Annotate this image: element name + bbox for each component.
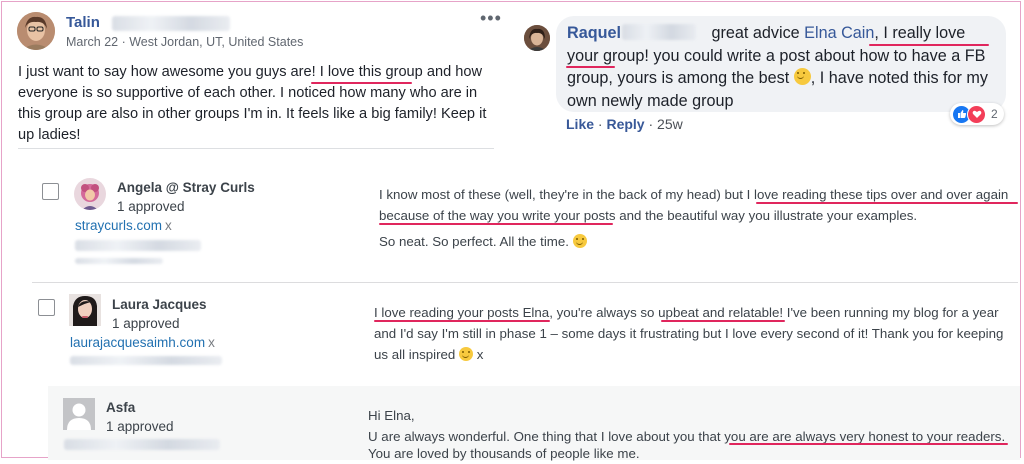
comment-line-3: So neat. So perfect. All the time. xyxy=(379,231,587,252)
comment-timestamp[interactable]: 25w xyxy=(657,116,683,132)
action-separator: · xyxy=(644,116,658,132)
laura-avatar xyxy=(69,294,101,326)
reaction-count: 2 xyxy=(991,107,998,121)
comment-text: ! I've been running my blog for a year xyxy=(779,305,999,320)
author-site-text[interactable]: straycurls.com xyxy=(75,218,162,233)
mention-link[interactable]: Elna Cain xyxy=(804,24,874,42)
redacted-surname xyxy=(112,16,230,31)
comment-highlight: you are are always very honest to your r… xyxy=(724,429,1002,444)
comment-select-checkbox[interactable] xyxy=(38,299,55,316)
comment-author-name[interactable]: Angela @ Stray Curls xyxy=(117,180,255,195)
comment-text-start: great advice xyxy=(706,24,805,42)
smiley-emoji-icon xyxy=(793,68,811,85)
comment-text: . xyxy=(1001,429,1006,444)
highlight-underline xyxy=(756,202,1018,204)
comment-line-2: and I'd say I'm still in phase 1 – some … xyxy=(374,326,1004,341)
redacted-email xyxy=(64,439,220,450)
smiley-emoji-icon xyxy=(572,234,587,248)
comment-highlight: I love reading these tips over and over … xyxy=(746,187,1009,202)
highlight-underline xyxy=(379,223,613,225)
author-site-link[interactable]: laurajacquesaimh.com x xyxy=(70,335,215,350)
comment-select-checkbox[interactable] xyxy=(42,183,59,200)
redacted-surname xyxy=(622,24,696,40)
default-avatar-icon xyxy=(63,398,95,430)
approved-count: 1 approved xyxy=(106,419,174,434)
remove-site-icon[interactable]: x xyxy=(165,218,172,233)
approved-count: 1 approved xyxy=(112,316,180,331)
approved-count: 1 approved xyxy=(117,199,185,214)
comment-line-3: us all inspired x xyxy=(374,344,483,365)
comment-text: and the beautiful way you illustrate you… xyxy=(615,208,918,223)
angela-avatar xyxy=(74,178,106,210)
post-author-text[interactable]: Talin xyxy=(66,14,100,31)
more-horizontal-icon[interactable]: ••• xyxy=(480,8,502,29)
reactions-summary[interactable]: 2 xyxy=(950,103,1004,125)
post-body-intro: I just want to say how awesome you guys … xyxy=(18,64,320,80)
smiley-emoji-icon xyxy=(459,347,474,361)
redacted-email xyxy=(70,356,222,365)
highlight-underline xyxy=(729,443,1008,445)
comment-author-name[interactable]: Asfa xyxy=(106,400,135,415)
comment-author-name[interactable]: Raquel xyxy=(567,24,621,42)
row-divider xyxy=(32,282,1018,283)
talin-avatar[interactable] xyxy=(17,12,55,50)
reply-link[interactable]: Reply xyxy=(606,116,644,132)
comment-text: us all inspired xyxy=(374,347,456,362)
post-author-name[interactable]: Talin xyxy=(66,14,100,31)
comment-actions: Like · Reply · 25w xyxy=(566,116,683,132)
highlight-underline xyxy=(661,320,785,322)
like-link[interactable]: Like xyxy=(566,116,594,132)
author-site-text[interactable]: laurajacquesaimh.com xyxy=(70,335,205,350)
post-divider xyxy=(18,148,494,149)
highlight-underline xyxy=(566,66,615,68)
comment-author-name[interactable]: Laura Jacques xyxy=(112,297,207,312)
highlight-underline xyxy=(869,44,989,46)
comment-highlight: I love reading your posts Elna xyxy=(374,305,550,320)
comment-text: U are always wonderful. One thing that I… xyxy=(368,429,725,444)
comment-text: I know most of these (well, they're in t… xyxy=(379,187,747,202)
post-body-highlight: I love this group xyxy=(319,64,423,80)
comment-highlight: upbeat and relatable xyxy=(658,305,780,320)
author-site-link[interactable]: straycurls.com x xyxy=(75,218,172,233)
highlight-underline xyxy=(374,320,550,322)
comment-highlight: because of the way you write your posts xyxy=(379,208,616,223)
redacted-ip xyxy=(75,258,163,264)
post-meta: March 22 · West Jordan, UT, United State… xyxy=(66,35,304,49)
highlight-underline xyxy=(311,82,412,84)
remove-site-icon[interactable]: x xyxy=(208,335,215,350)
comment-text: , you're always so xyxy=(549,305,659,320)
heart-icon xyxy=(967,104,986,124)
comment-text: x xyxy=(476,347,484,362)
redacted-email xyxy=(75,240,201,251)
comment-text: So neat. So perfect. All the time. xyxy=(379,234,569,249)
comment-line-1: Hi Elna, xyxy=(368,408,415,423)
raquel-avatar[interactable] xyxy=(524,25,550,51)
action-separator: · xyxy=(594,116,607,132)
post-body: I just want to say how awesome you guys … xyxy=(18,62,498,146)
